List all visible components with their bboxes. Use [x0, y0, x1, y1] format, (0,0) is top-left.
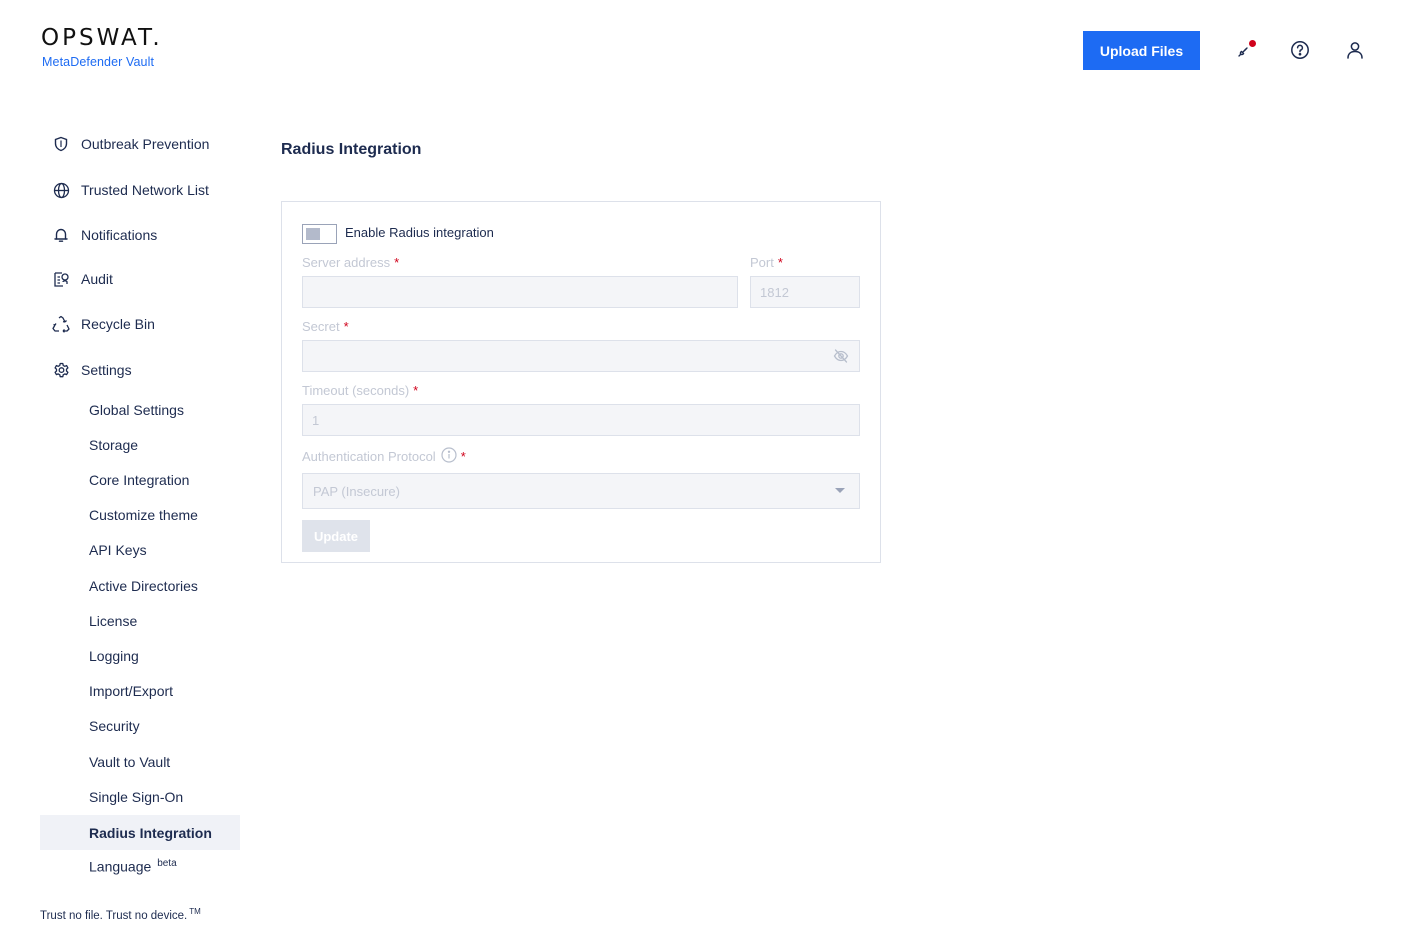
- logo-text: OPSWAT.: [41, 25, 163, 51]
- server-address-label: Server address *: [302, 255, 399, 270]
- settings-item-radius-integration[interactable]: Radius Integration: [40, 815, 240, 850]
- port-label-text: Port: [750, 255, 774, 270]
- settings-item-active-directories[interactable]: Active Directories: [40, 568, 240, 603]
- user-icon[interactable]: [1344, 39, 1366, 61]
- required-marker: *: [394, 255, 400, 270]
- settings-item-single-sign-on[interactable]: Single Sign-On: [40, 779, 240, 814]
- notification-icon[interactable]: [1234, 39, 1256, 61]
- sidebar-item-trusted-network-list[interactable]: Trusted Network List: [40, 174, 240, 206]
- auth-protocol-select[interactable]: PAP (Insecure): [302, 473, 860, 509]
- sidebar-item-settings[interactable]: Settings: [40, 354, 240, 386]
- required-marker: *: [343, 319, 349, 334]
- sidebar-item-label: Outbreak Prevention: [81, 136, 210, 152]
- sidebar-item-label: Notifications: [81, 227, 158, 243]
- sidebar-item-recycle-bin[interactable]: Recycle Bin: [40, 308, 240, 340]
- settings-item-label-wrap: Language beta: [89, 858, 177, 875]
- bell-icon: [52, 226, 70, 244]
- settings-item-label: Storage: [89, 436, 139, 453]
- gear-icon: [52, 361, 70, 379]
- settings-item-core-integration[interactable]: Core Integration: [40, 462, 240, 497]
- settings-item-storage[interactable]: Storage: [40, 427, 240, 462]
- toggle-knob: [306, 228, 320, 240]
- required-marker: *: [460, 449, 466, 464]
- product-name: MetaDefender Vault: [42, 55, 155, 69]
- settings-item-label: Security: [89, 717, 140, 734]
- settings-item-label: Active Directories: [89, 577, 198, 594]
- settings-item-label: Import/Export: [89, 682, 174, 699]
- settings-item-api-keys[interactable]: API Keys: [40, 532, 240, 567]
- secret-label-text: Secret: [302, 319, 340, 334]
- auth-protocol-label-text: Authentication Protocol: [302, 449, 436, 464]
- settings-item-import-export[interactable]: Import/Export: [40, 673, 240, 708]
- auth-protocol-value: PAP (Insecure): [313, 483, 400, 499]
- server-address-input[interactable]: [302, 276, 738, 308]
- secret-label: Secret *: [302, 319, 349, 334]
- sidebar-item-notifications[interactable]: Notifications: [40, 219, 240, 251]
- timeout-label-text: Timeout (seconds): [302, 383, 410, 398]
- brand-logo[interactable]: OPSWAT. MetaDefender Vault: [41, 26, 163, 69]
- page-title: Radius Integration: [281, 141, 422, 158]
- audit-icon: [52, 270, 70, 288]
- enable-radius-toggle[interactable]: [302, 224, 337, 244]
- sidebar-item-label: Audit: [81, 271, 113, 287]
- settings-item-label: License: [89, 612, 138, 629]
- sidebar-item-label: Settings: [81, 362, 132, 378]
- info-icon[interactable]: [441, 447, 457, 466]
- sidebar-item-audit[interactable]: Audit: [40, 263, 240, 295]
- sidebar-item-outbreak-prevention[interactable]: Outbreak Prevention: [40, 128, 240, 160]
- globe-icon: [52, 181, 70, 199]
- enable-radius-label: Enable Radius integration: [345, 225, 494, 240]
- auth-protocol-label: Authentication Protocol *: [302, 447, 466, 466]
- settings-item-logging[interactable]: Logging: [40, 638, 240, 673]
- chevron-down-icon: [835, 488, 845, 493]
- required-marker: *: [413, 383, 419, 398]
- settings-item-label: Language: [89, 858, 152, 875]
- beta-badge: beta: [157, 858, 177, 870]
- notification-dot: [1249, 40, 1256, 47]
- timeout-label: Timeout (seconds) *: [302, 383, 418, 398]
- settings-item-label: Logging: [89, 647, 139, 664]
- settings-item-license[interactable]: License: [40, 603, 240, 638]
- help-icon[interactable]: [1289, 39, 1311, 61]
- trademark: TM: [189, 907, 201, 916]
- eye-off-icon[interactable]: [833, 349, 849, 366]
- port-input[interactable]: 1812: [750, 276, 860, 308]
- update-button[interactable]: Update: [302, 520, 370, 552]
- settings-item-language[interactable]: Language beta: [40, 849, 240, 884]
- settings-item-customize-theme[interactable]: Customize theme: [40, 497, 240, 532]
- settings-item-label: Core Integration: [89, 471, 190, 488]
- settings-item-label: Single Sign-On: [89, 788, 184, 805]
- required-marker: *: [777, 255, 783, 270]
- server-address-label-text: Server address: [302, 255, 391, 270]
- settings-item-label: Customize theme: [89, 506, 198, 523]
- settings-item-global-settings[interactable]: Global Settings: [40, 392, 240, 427]
- timeout-input[interactable]: 1: [302, 404, 860, 436]
- secret-input[interactable]: [302, 340, 860, 372]
- radius-settings-card: Enable Radius integration Server address…: [281, 201, 881, 563]
- sidebar-item-label: Recycle Bin: [81, 316, 155, 332]
- port-label: Port *: [750, 255, 783, 270]
- settings-item-security[interactable]: Security: [40, 708, 240, 743]
- recycle-icon: [52, 315, 70, 333]
- sidebar-item-label: Trusted Network List: [81, 182, 209, 198]
- upload-files-button[interactable]: Upload Files: [1083, 31, 1200, 70]
- settings-item-vault-to-vault[interactable]: Vault to Vault: [40, 744, 240, 779]
- tagline: Trust no file. Trust no device. TM: [40, 907, 201, 922]
- shield-icon: [52, 135, 70, 153]
- settings-item-label: Global Settings: [89, 401, 184, 418]
- settings-item-label: Vault to Vault: [89, 753, 171, 770]
- settings-item-label: API Keys: [89, 541, 147, 558]
- tagline-text: Trust no file. Trust no device.: [40, 909, 188, 922]
- settings-item-label: Radius Integration: [89, 824, 212, 841]
